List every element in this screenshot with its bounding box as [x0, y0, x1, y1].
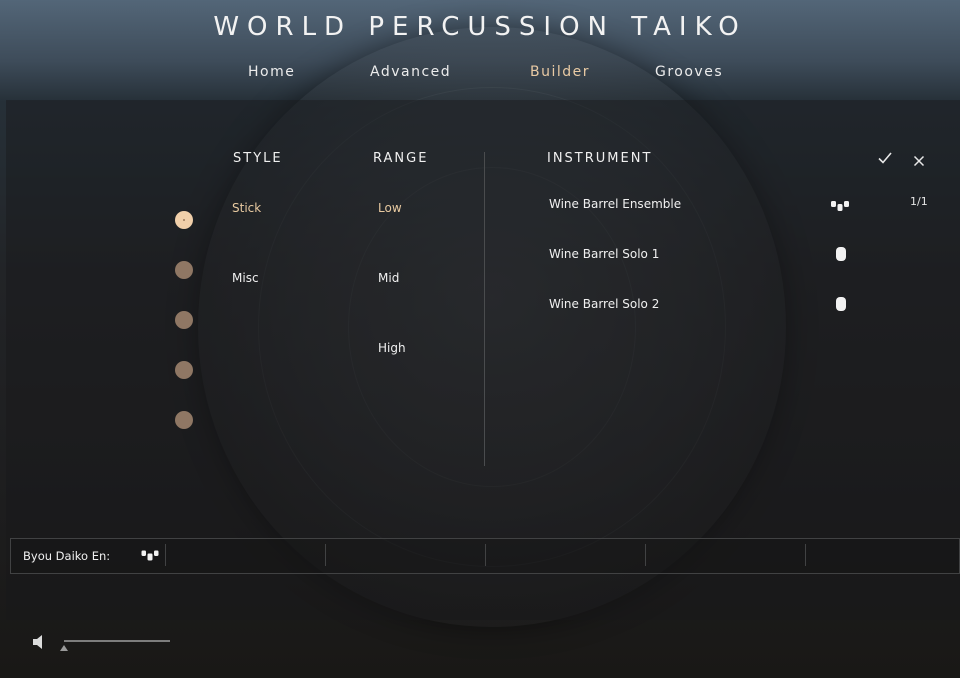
nav-home[interactable]: Home — [248, 64, 295, 80]
app-title: WORLD PERCUSSION TAIKO — [213, 12, 747, 42]
range-item-mid[interactable]: Mid — [378, 271, 399, 285]
column-divider — [484, 152, 485, 466]
single-drum-icon[interactable] — [834, 296, 848, 312]
slot-strip: Byou Daiko En: — [10, 538, 960, 574]
slot-divider — [805, 544, 806, 566]
checkmark-icon[interactable] — [877, 150, 893, 166]
range-header: RANGE — [373, 151, 429, 166]
nav-grooves[interactable]: Grooves — [655, 64, 723, 80]
instrument-item-1[interactable]: Wine Barrel Ensemble — [549, 197, 681, 211]
ensemble-drums-icon[interactable] — [141, 548, 159, 562]
slot-divider — [325, 544, 326, 566]
selector-dot-4[interactable] — [175, 361, 193, 379]
instrument-item-2[interactable]: Wine Barrel Solo 1 — [549, 247, 659, 261]
single-drum-icon[interactable] — [834, 246, 848, 262]
dot-center — [183, 219, 185, 221]
selector-dot-5[interactable] — [175, 411, 193, 429]
style-header: STYLE — [233, 151, 283, 166]
speaker-icon[interactable] — [32, 634, 46, 650]
close-icon[interactable] — [913, 152, 925, 167]
selector-dot-2[interactable] — [175, 261, 193, 279]
selector-dot-1[interactable] — [175, 211, 193, 229]
range-item-high[interactable]: High — [378, 341, 406, 355]
ensemble-drums-icon[interactable] — [830, 198, 850, 212]
slot-divider — [645, 544, 646, 566]
style-item-misc[interactable]: Misc — [232, 271, 259, 285]
slot-divider — [485, 544, 486, 566]
slot-1-label[interactable]: Byou Daiko En: — [23, 549, 109, 563]
volume-handle[interactable] — [60, 645, 68, 651]
slot-divider — [165, 544, 166, 566]
volume-slider[interactable] — [64, 640, 170, 642]
range-item-low[interactable]: Low — [378, 201, 402, 215]
app-window: WORLD PERCUSSION TAIKO Home Advanced Bui… — [0, 0, 960, 678]
nav-builder[interactable]: Builder — [530, 64, 590, 80]
instrument-header: INSTRUMENT — [547, 151, 653, 166]
nav-advanced[interactable]: Advanced — [370, 64, 451, 80]
style-item-stick[interactable]: Stick — [232, 201, 261, 215]
page-indicator: 1/1 — [910, 195, 928, 208]
instrument-item-3[interactable]: Wine Barrel Solo 2 — [549, 297, 659, 311]
selector-dot-3[interactable] — [175, 311, 193, 329]
